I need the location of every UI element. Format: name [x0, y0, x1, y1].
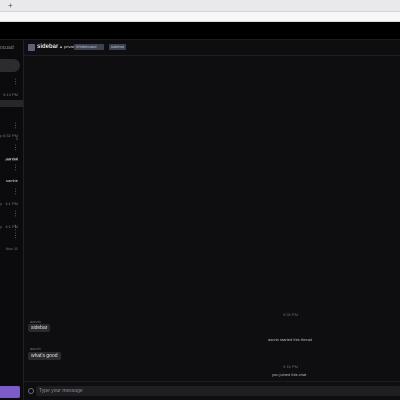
whiteboard-tag[interactable]: Whiteboard — [74, 44, 99, 50]
workspace-name[interactable]: ocuad — [0, 45, 14, 51]
message-input[interactable] — [36, 386, 400, 396]
sidebar-primary-button[interactable] — [0, 386, 20, 398]
new-tab-button[interactable]: + — [8, 1, 13, 11]
more-options-icon[interactable]: ⋯ — [11, 144, 18, 150]
attach-icon[interactable] — [28, 388, 34, 394]
sidebar: ocuad ⋯ 9:13 PM ⋯ 3 ⋯ 6:32 PM sas MA ⋯ s… — [0, 40, 24, 400]
channel-avatar — [28, 44, 35, 51]
event-timestamp: 9:35 PM — [283, 312, 298, 317]
sidebar-item-date: Nov 11 — [5, 246, 18, 251]
browser-tab-strip: + — [0, 0, 400, 12]
sidebar-tag[interactable]: sidebar — [109, 44, 127, 50]
sidebar-item-time: 6:32 PM — [3, 133, 18, 138]
sidebar-item-time: 4:1 PM — [5, 201, 18, 206]
sidebar-item-time: 4:1 PM — [5, 224, 18, 229]
message-composer — [24, 381, 400, 400]
more-options-icon[interactable]: ⋯ — [11, 188, 18, 194]
sidebar-item-label[interactable]: sanhal — [6, 156, 18, 161]
more-options-icon[interactable]: ⋯ — [11, 232, 18, 238]
more-options-icon[interactable]: ⋯ — [11, 78, 18, 84]
sidebar-item-label[interactable]: samhe — [6, 178, 18, 183]
message-author[interactable]: aarvin — [30, 346, 41, 351]
system-message: aarvin started this thread — [268, 337, 313, 342]
system-message: you joined this chat — [272, 372, 307, 377]
channel-title[interactable]: sidebar — [37, 44, 58, 50]
message-bubble[interactable]: what's good — [28, 352, 61, 360]
sidebar-item-time: 9:13 PM — [3, 92, 18, 97]
channel-header: sidebar ▲ private Whiteboard sidebar — [24, 40, 400, 56]
message-list[interactable]: 9:35 PM aarvin started this thread aarvi… — [24, 56, 400, 381]
chat-pane: sidebar ▲ private Whiteboard sidebar 9:3… — [24, 40, 400, 400]
sidebar-search-input[interactable] — [0, 59, 20, 72]
sidebar-item-active[interactable] — [0, 100, 23, 107]
more-options-icon[interactable]: ⋯ — [11, 164, 18, 170]
event-timestamp: 9:16 PM — [283, 364, 298, 369]
sidebar-fragment: p — [0, 201, 3, 206]
more-options-icon[interactable]: ⋯ — [11, 210, 18, 216]
tag-chip[interactable] — [97, 44, 104, 50]
app-top-bar — [0, 22, 400, 40]
message-bubble[interactable]: sidebar — [28, 324, 51, 332]
sidebar-fragment: p — [0, 133, 3, 138]
browser-address-bar[interactable] — [0, 12, 400, 22]
sidebar-fragment: p — [0, 224, 3, 229]
more-options-icon[interactable]: ⋯ — [11, 122, 18, 128]
